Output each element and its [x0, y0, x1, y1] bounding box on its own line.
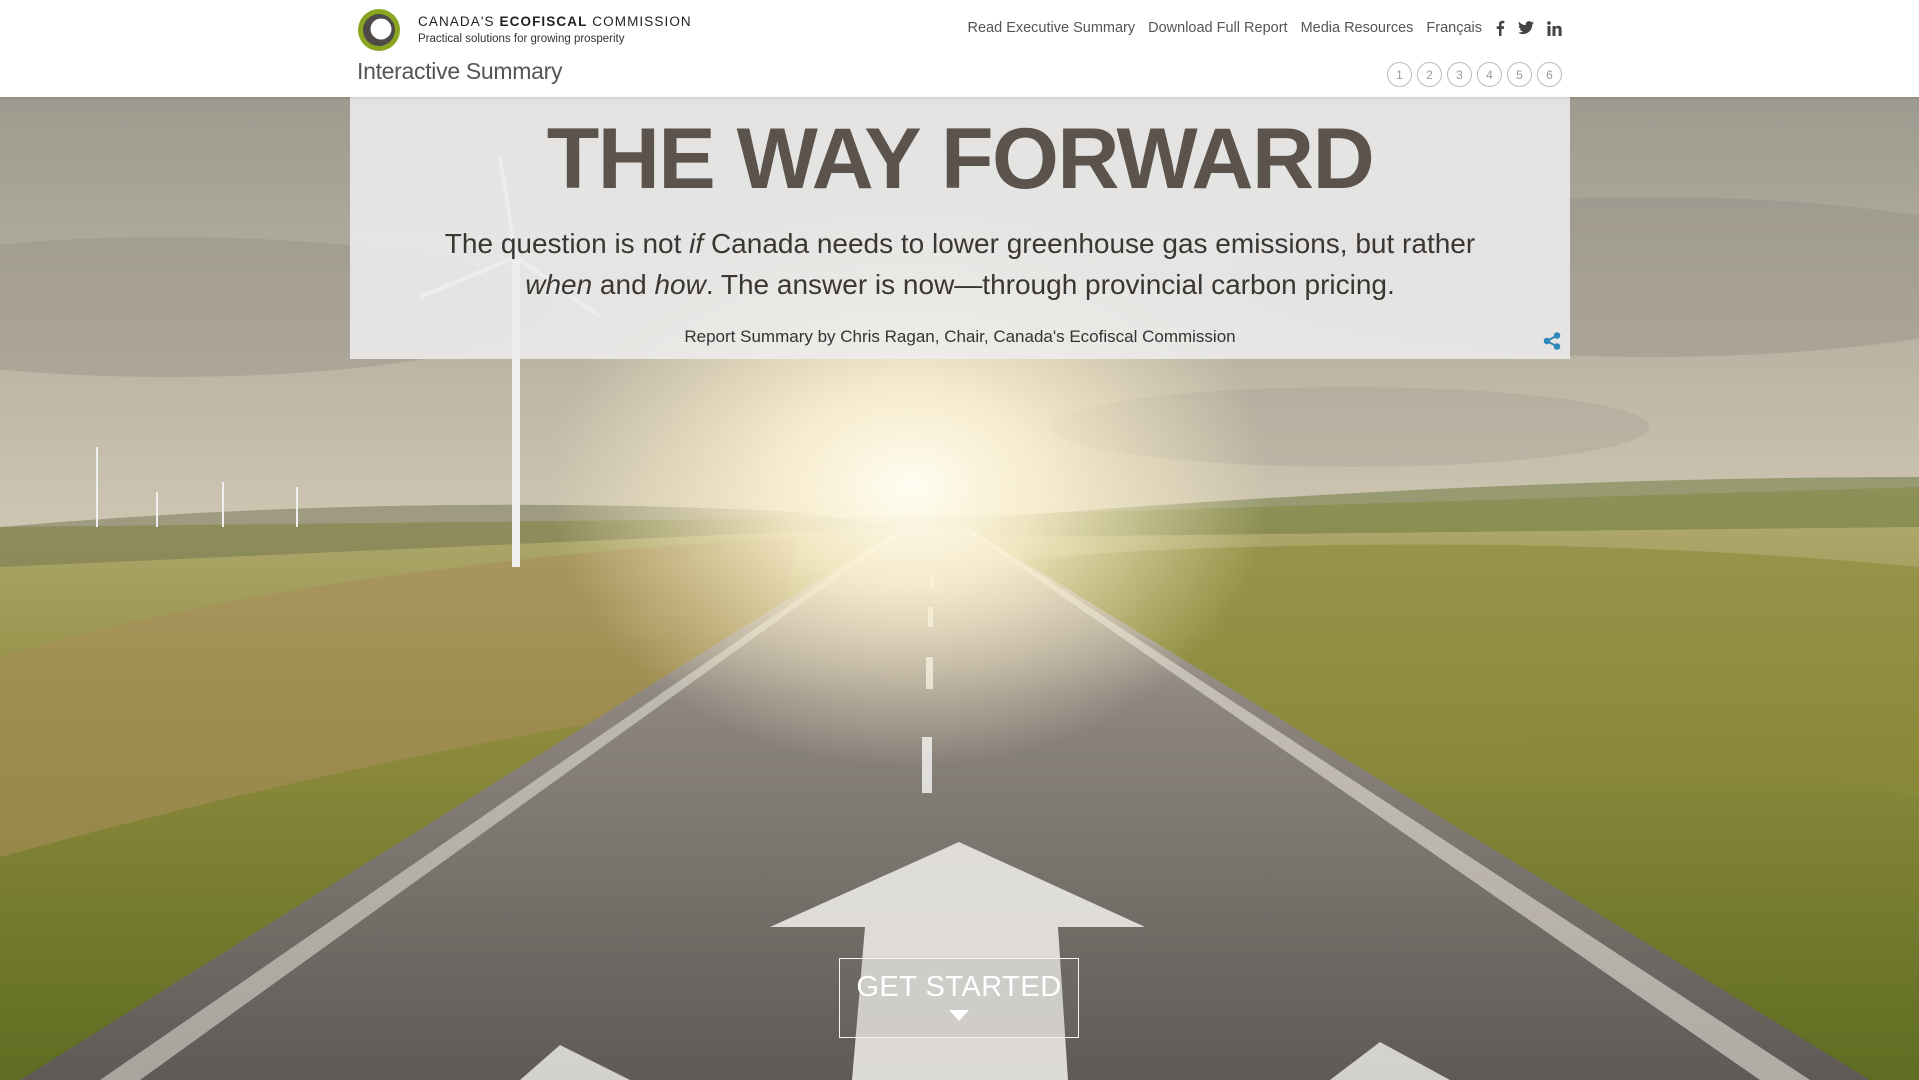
facebook-icon[interactable]: [1495, 18, 1505, 38]
pager-item-3[interactable]: 3: [1447, 62, 1472, 87]
chevron-down-icon: [949, 1010, 969, 1021]
pager-item-4[interactable]: 4: [1477, 62, 1502, 87]
get-started-label: GET STARTED: [856, 971, 1062, 1003]
pager-item-6[interactable]: 6: [1537, 62, 1562, 87]
share-icon[interactable]: [1542, 331, 1562, 351]
site-header: CANADA'S ECOFISCAL COMMISSION Practical …: [0, 0, 1919, 97]
nav-read-executive-summary[interactable]: Read Executive Summary: [968, 20, 1136, 36]
pager-item-1[interactable]: 1: [1387, 62, 1412, 87]
pager-item-5[interactable]: 5: [1507, 62, 1532, 87]
brand-tagline: Practical solutions for growing prosperi…: [418, 32, 625, 45]
get-started-button[interactable]: GET STARTED: [839, 958, 1079, 1038]
brand-name: CANADA'S ECOFISCAL COMMISSION: [418, 13, 692, 29]
nav-media-resources[interactable]: Media Resources: [1301, 20, 1414, 36]
twitter-icon[interactable]: [1518, 18, 1534, 38]
linkedin-icon[interactable]: [1547, 18, 1562, 38]
brand-logo-link[interactable]: CANADA'S ECOFISCAL COMMISSION Practical …: [357, 8, 692, 52]
report-byline: Report Summary by Chris Ragan, Chair, Ca…: [684, 327, 1236, 346]
section-pager: 1 2 3 4 5 6: [1387, 62, 1562, 87]
page-subtitle: Interactive Summary: [357, 58, 563, 84]
intro-card: THE WAY FORWARD The question is not if C…: [350, 97, 1570, 359]
nav-language-toggle[interactable]: Français: [1426, 20, 1482, 36]
pager-item-2[interactable]: 2: [1417, 62, 1442, 87]
ecofiscal-logo-icon: [357, 8, 401, 52]
hero-lede: The question is not if Canada needs to l…: [444, 228, 1476, 300]
hero-title: THE WAY FORWARD: [546, 111, 1375, 207]
top-nav: Read Executive Summary Download Full Rep…: [968, 18, 1563, 38]
nav-download-full-report[interactable]: Download Full Report: [1148, 20, 1287, 36]
